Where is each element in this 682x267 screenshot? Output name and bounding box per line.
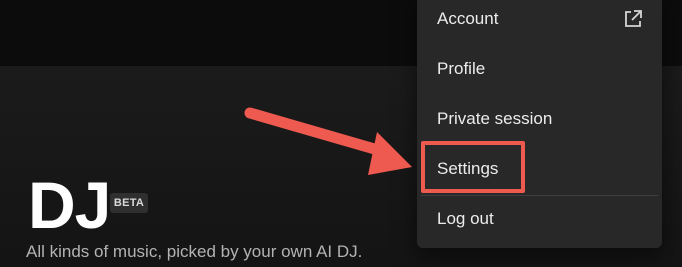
- annotation-arrow: [244, 107, 412, 175]
